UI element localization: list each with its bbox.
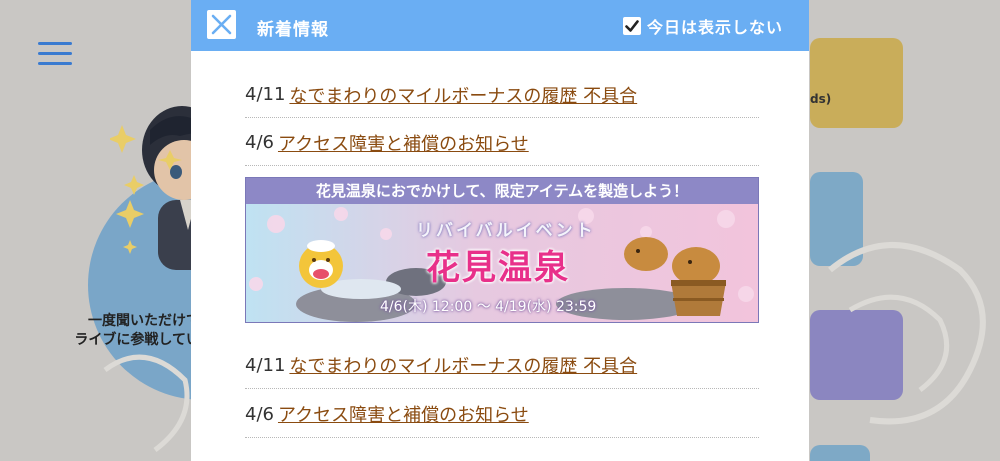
hide-today-checkbox[interactable] [623,17,641,35]
news-link[interactable]: なでまわりのマイルボーナスの履歴 不具合 [289,352,637,378]
news-list: 4/11 なでまわりのマイルボーナスの履歴 不具合 4/6 アクセス障害と補償の… [245,70,759,166]
news-list-bottom: 4/11 なでまわりのマイルボーナスの履歴 不具合 4/6 アクセス障害と補償の… [245,340,759,438]
hide-today-label: 今日は表示しない [647,18,784,37]
close-icon [211,14,232,35]
banner-period: 4/6(木) 12:00 〜 4/19(水) 23:59 [380,299,597,315]
background-decoration [828,242,986,425]
news-link[interactable]: なでまわりのマイルボーナスの履歴 不具合 [289,82,637,108]
news-link[interactable]: アクセス障害と補償のお知らせ [278,401,529,427]
news-date: 4/11 [245,84,286,105]
news-date: 4/11 [245,354,286,376]
event-banner[interactable]: 花見温泉におでかけして、限定アイテムを製造しよう！ リバイバルイベント 花見温泉… [245,177,759,323]
banner-headline: 花見温泉におでかけして、限定アイテムを製造しよう！ [246,178,758,204]
news-date: 4/6 [245,132,274,153]
banner-body: リバイバルイベント 花見温泉 4/6(木) 12:00 〜 4/19(水) 23… [246,204,758,322]
list-item: 4/11 なでまわりのマイルボーナスの履歴 不具合 [245,70,759,118]
check-icon [625,20,639,32]
news-date: 4/6 [245,403,274,425]
modal-title: 新着情報 [257,20,329,40]
background-card-text: ds) [810,92,832,106]
list-item: 4/6 アクセス障害と補償のお知らせ [245,118,759,166]
news-modal: 新着情報 今日は表示しない 4/11 なでまわりのマイルボーナスの履歴 不具合 … [191,0,809,461]
caption-line-1: 一度聞いただけで [88,313,200,329]
background-card-gold[interactable] [810,38,903,128]
background-decoration-left [103,354,190,452]
close-button[interactable] [207,10,236,39]
banner-title: 花見温泉 [426,248,570,288]
list-item: 4/11 なでまわりのマイルボーナスの履歴 不具合 [245,340,759,389]
hamburger-menu-icon[interactable] [38,42,72,66]
hide-today-toggle[interactable]: 今日は表示しない [623,15,783,37]
modal-header: 新着情報 今日は表示しない [191,0,809,51]
banner-subtitle: リバイバルイベント [416,221,596,241]
list-item: 4/6 アクセス障害と補償のお知らせ [245,389,759,438]
news-link[interactable]: アクセス障害と補償のお知らせ [278,130,529,156]
